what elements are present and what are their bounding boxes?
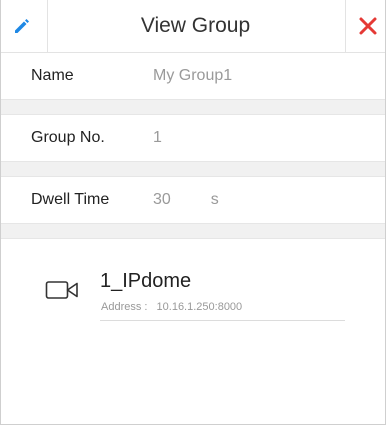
dwell-time-row: Dwell Time 30 s	[1, 177, 385, 223]
pencil-icon	[15, 19, 29, 33]
section-gap	[1, 223, 385, 239]
device-address: Address : 10.16.1.250:8000	[101, 301, 242, 313]
name-value: My Group1	[153, 67, 233, 84]
view-group-panel: View Group Name My Group1 Group No. 1 Dw…	[0, 0, 386, 425]
device-list: 1_IPdome Address : 10.16.1.250:8000	[1, 239, 385, 323]
device-address-value: 10.16.1.250:8000	[156, 301, 243, 313]
list-item[interactable]: 1_IPdome Address : 10.16.1.250:8000	[1, 253, 385, 323]
section-gap	[1, 99, 385, 115]
group-no-row: Group No. 1	[1, 115, 385, 161]
name-label: Name	[31, 67, 74, 84]
dwell-time-value: 30	[153, 191, 171, 208]
camera-icon	[45, 281, 78, 299]
header-divider-right	[345, 0, 346, 52]
group-no-label: Group No.	[31, 129, 105, 146]
group-no-value: 1	[153, 129, 162, 146]
name-row: Name My Group1	[1, 53, 385, 99]
dwell-time-label: Dwell Time	[31, 191, 110, 208]
header-bar: View Group	[1, 0, 385, 53]
device-address-label: Address :	[101, 301, 148, 313]
close-button[interactable]	[353, 12, 383, 40]
device-name: 1_IPdome	[100, 270, 192, 292]
close-icon	[359, 17, 377, 35]
edit-button[interactable]	[9, 14, 35, 38]
dwell-time-unit: s	[210, 191, 219, 208]
section-gap	[1, 161, 385, 177]
device-underline	[100, 320, 345, 321]
page-title: View Group	[140, 14, 251, 37]
